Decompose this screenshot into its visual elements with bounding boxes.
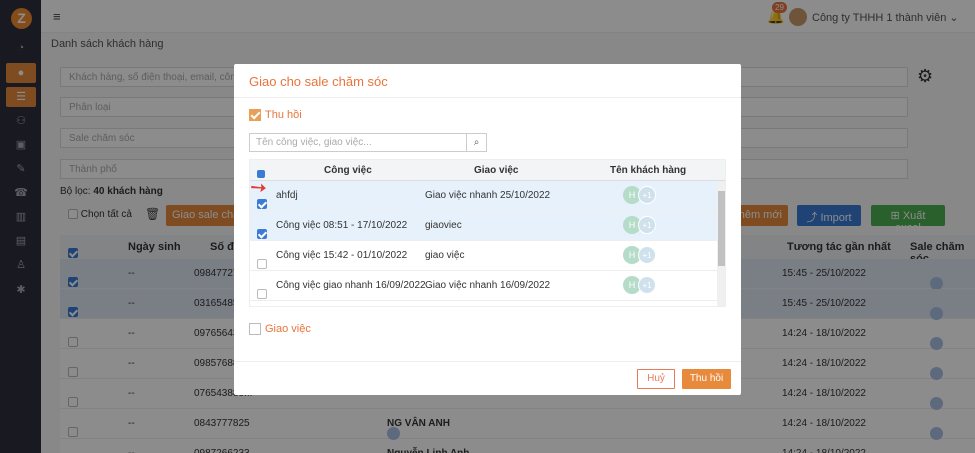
assign-modal: Giao cho sale chăm sóc Thu hồi Tên công … — [234, 64, 741, 395]
recall-checkbox[interactable] — [249, 109, 261, 122]
task-row[interactable]: ahfdj Giao việc nhanh 25/10/2022 H +1 — [250, 181, 717, 211]
col-task: Công việc — [324, 165, 372, 176]
task-table: Công việc Giao việc Tên khách hàng ahfdj… — [249, 159, 726, 307]
task-assign: Giao việc nhanh 16/09/2022 — [425, 280, 551, 291]
task-assign: Giao việc nhanh 25/10/2022 — [425, 190, 551, 201]
option-recall[interactable]: Thu hồi — [249, 109, 302, 122]
divider — [234, 97, 741, 98]
more-customers-badge[interactable]: +1 — [638, 186, 656, 204]
task-row[interactable]: Công việc giao nhanh 16/09/2022 Giao việc… — [250, 271, 717, 301]
search-icon[interactable]: ⌕ — [467, 133, 487, 152]
more-customers-badge[interactable]: +1 — [638, 246, 656, 264]
task-name: Công việc giao nhanh 16/09/2022 — [276, 280, 426, 291]
option-assign[interactable]: Giao việc — [249, 323, 311, 336]
more-customers-badge[interactable]: +1 — [638, 216, 656, 234]
recall-button[interactable]: Thu hồi — [682, 369, 731, 389]
task-search-input[interactable]: Tên công việc, giao việc... — [249, 133, 467, 152]
task-row[interactable]: Công việc 08:51 - 17/10/2022 giaoviec H +1 — [250, 211, 717, 241]
task-assign: giao việc — [425, 250, 465, 261]
task-row[interactable]: Công việc 15:42 - 01/10/2022 giao việc H +1 — [250, 241, 717, 271]
scroll-thumb[interactable] — [718, 191, 725, 266]
task-checkbox[interactable] — [257, 229, 267, 240]
task-name: Công việc 15:42 - 01/10/2022 — [276, 250, 408, 261]
task-table-header: Công việc Giao việc Tên khách hàng — [250, 160, 725, 181]
divider — [234, 361, 741, 362]
col-assign: Giao việc — [474, 165, 519, 176]
task-checkbox[interactable] — [257, 259, 267, 269]
assign-checkbox[interactable] — [249, 323, 261, 336]
cancel-button[interactable]: Huỷ — [637, 369, 675, 389]
col-customer: Tên khách hàng — [610, 165, 687, 176]
modal-title: Giao cho sale chăm sóc — [249, 74, 388, 89]
more-customers-badge[interactable]: +1 — [638, 276, 656, 294]
task-assign: giaoviec — [425, 220, 462, 231]
scrollbar[interactable] — [717, 181, 725, 306]
task-name: ahfdj — [276, 190, 298, 201]
task-checkbox[interactable] — [257, 289, 267, 299]
task-name: Công việc 08:51 - 17/10/2022 — [276, 220, 408, 231]
